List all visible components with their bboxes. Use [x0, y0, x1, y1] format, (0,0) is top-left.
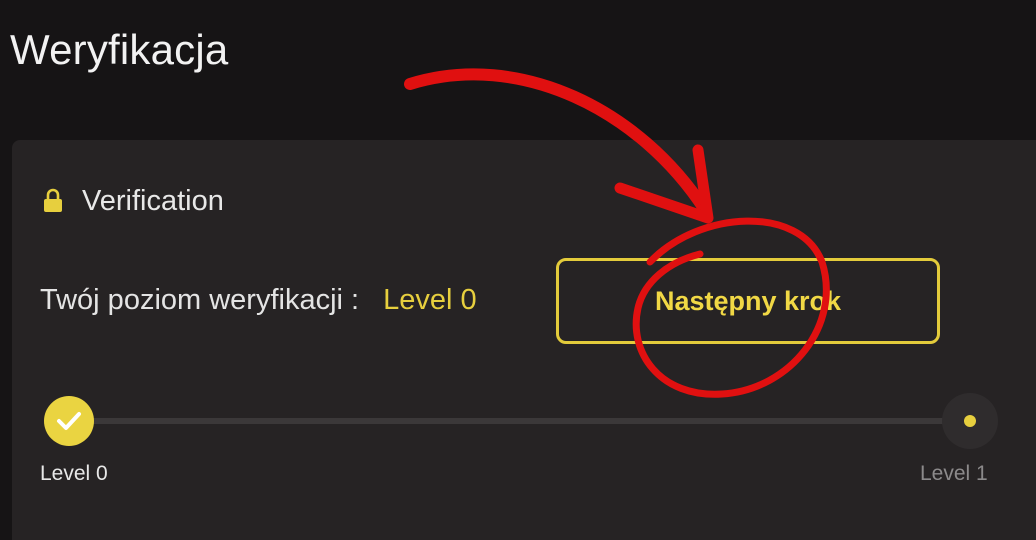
verification-page: Weryfikacja Verification Twój poziom wer…: [0, 0, 1036, 540]
card-title: Verification: [82, 184, 224, 217]
card-header: Verification: [42, 184, 224, 218]
verification-level-row: Twój poziom weryfikacji : Level 0: [40, 284, 477, 317]
lock-icon: [44, 188, 62, 212]
step-level-0-completed: [44, 396, 94, 446]
page-title: Weryfikacja: [10, 26, 229, 73]
pending-dot-icon: [964, 415, 976, 427]
verification-level-label: Twój poziom weryfikacji :: [40, 284, 360, 316]
next-step-button[interactable]: Następny krok: [556, 258, 940, 344]
step-label-level-0: Level 0: [40, 462, 108, 485]
check-icon: [57, 412, 81, 430]
verification-level-value: Level 0: [383, 284, 477, 316]
step-label-level-1: Level 1: [920, 462, 988, 485]
step-level-1-pending: [942, 393, 998, 449]
progress-track: [70, 418, 970, 424]
